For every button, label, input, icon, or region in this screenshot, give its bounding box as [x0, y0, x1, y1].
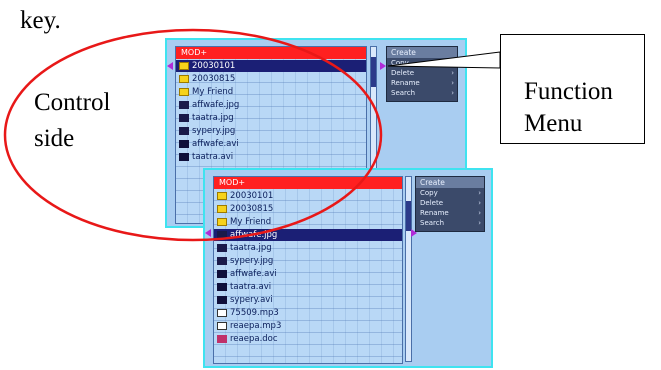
menu-item-rename[interactable]: Rename: [387, 78, 457, 88]
callout-line1: Function: [524, 78, 613, 105]
list-item-label: taatra.jpg: [230, 243, 272, 253]
list-item-label: affwafe.jpg: [192, 100, 240, 110]
list-item[interactable]: sypery.avi: [214, 294, 402, 306]
list-item[interactable]: My Friend: [214, 216, 402, 228]
image-file-icon: [179, 114, 189, 122]
list-item-label: taatra.avi: [192, 152, 234, 162]
music-file-icon: [217, 322, 227, 330]
menu-item-rename[interactable]: Rename: [416, 208, 484, 218]
list-item-label: reaepa.mp3: [230, 321, 282, 331]
menu-item-search[interactable]: Search: [416, 218, 484, 228]
left-arrow-icon: [205, 229, 211, 237]
list-item[interactable]: taatra.avi: [214, 281, 402, 293]
list-item-label: 75509.mp3: [230, 308, 279, 318]
menu-item-search[interactable]: Search: [387, 88, 457, 98]
control-side-label-line2: side: [34, 125, 75, 152]
list-item-label: sypery.jpg: [192, 126, 236, 136]
function-menu: Create Copy Delete Rename Search: [386, 46, 458, 102]
list-item[interactable]: taatra.avi: [176, 151, 366, 163]
list-header: MOD+: [214, 177, 402, 189]
list-item-label: affwafe.jpg: [230, 230, 278, 240]
list-item-label: 20030101: [192, 61, 236, 71]
image-file-icon: [217, 244, 227, 252]
list-item[interactable]: affwafe.avi: [214, 268, 402, 280]
list-item-label: affwafe.avi: [230, 269, 277, 279]
scrollbar-thumb[interactable]: [406, 201, 411, 231]
image-file-icon: [179, 127, 189, 135]
list-header: MOD+: [176, 47, 366, 59]
image-file-icon: [179, 101, 189, 109]
left-arrow-icon: [167, 62, 173, 70]
list-item-label: My Friend: [192, 87, 234, 97]
list-item[interactable]: My Friend: [176, 86, 366, 98]
list-item-label: My Friend: [230, 217, 272, 227]
list-item[interactable]: affwafe.jpg: [214, 229, 402, 241]
list-item-label: 20030815: [192, 74, 236, 84]
list-item[interactable]: reaepa.doc: [214, 333, 402, 345]
menu-item-delete[interactable]: Delete: [387, 68, 457, 78]
list-item[interactable]: affwafe.jpg: [176, 99, 366, 111]
menu-title[interactable]: Create: [387, 47, 457, 58]
list-item[interactable]: 20030815: [176, 73, 366, 85]
list-item-label: sypery.jpg: [230, 256, 274, 266]
list-item[interactable]: 20030101: [176, 60, 366, 72]
menu-item-copy[interactable]: Copy: [387, 58, 457, 68]
folder-icon: [179, 75, 189, 83]
list-item-label: 20030815: [230, 204, 274, 214]
list-item[interactable]: reaepa.mp3: [214, 320, 402, 332]
folder-icon: [217, 205, 227, 213]
file-list: MOD+ 20030101 20030815 My Friend affwafe…: [213, 176, 403, 364]
list-item[interactable]: sypery.jpg: [176, 125, 366, 137]
image-file-icon: [217, 257, 227, 265]
function-menu-callout: Function Menu: [500, 34, 645, 144]
document-file-icon: [217, 335, 227, 343]
video-file-icon: [179, 140, 189, 148]
folder-icon: [217, 192, 227, 200]
list-item[interactable]: sypery.jpg: [214, 255, 402, 267]
list-item-label: sypery.avi: [230, 295, 273, 305]
control-side-label-line1: Control: [34, 89, 111, 116]
video-file-icon: [179, 153, 189, 161]
function-menu: Create Copy Delete Rename Search: [415, 176, 485, 232]
list-item[interactable]: 75509.mp3: [214, 307, 402, 319]
folder-icon: [217, 218, 227, 226]
list-item[interactable]: 20030815: [214, 203, 402, 215]
list-item-label: affwafe.avi: [192, 139, 239, 149]
list-item-label: taatra.jpg: [192, 113, 234, 123]
scrollbar-thumb[interactable]: [371, 57, 376, 87]
video-file-icon: [217, 270, 227, 278]
folder-icon: [179, 62, 189, 70]
list-item-label: reaepa.doc: [230, 334, 278, 344]
list-item-label: 20030101: [230, 191, 274, 201]
list-item-label: taatra.avi: [230, 282, 272, 292]
list-item[interactable]: taatra.jpg: [214, 242, 402, 254]
music-file-icon: [217, 309, 227, 317]
intro-text: key.: [20, 7, 61, 34]
video-file-icon: [217, 283, 227, 291]
menu-title[interactable]: Create: [416, 177, 484, 188]
folder-icon: [179, 88, 189, 96]
list-item[interactable]: affwafe.avi: [176, 138, 366, 150]
image-file-icon: [217, 231, 227, 239]
list-item[interactable]: taatra.jpg: [176, 112, 366, 124]
menu-item-delete[interactable]: Delete: [416, 198, 484, 208]
scrollbar[interactable]: [405, 176, 412, 362]
file-manager-screen-bottom: MOD+ 20030101 20030815 My Friend affwafe…: [203, 168, 493, 368]
video-file-icon: [217, 296, 227, 304]
list-item[interactable]: 20030101: [214, 190, 402, 202]
menu-item-copy[interactable]: Copy: [416, 188, 484, 198]
callout-line2: Menu: [524, 110, 583, 137]
